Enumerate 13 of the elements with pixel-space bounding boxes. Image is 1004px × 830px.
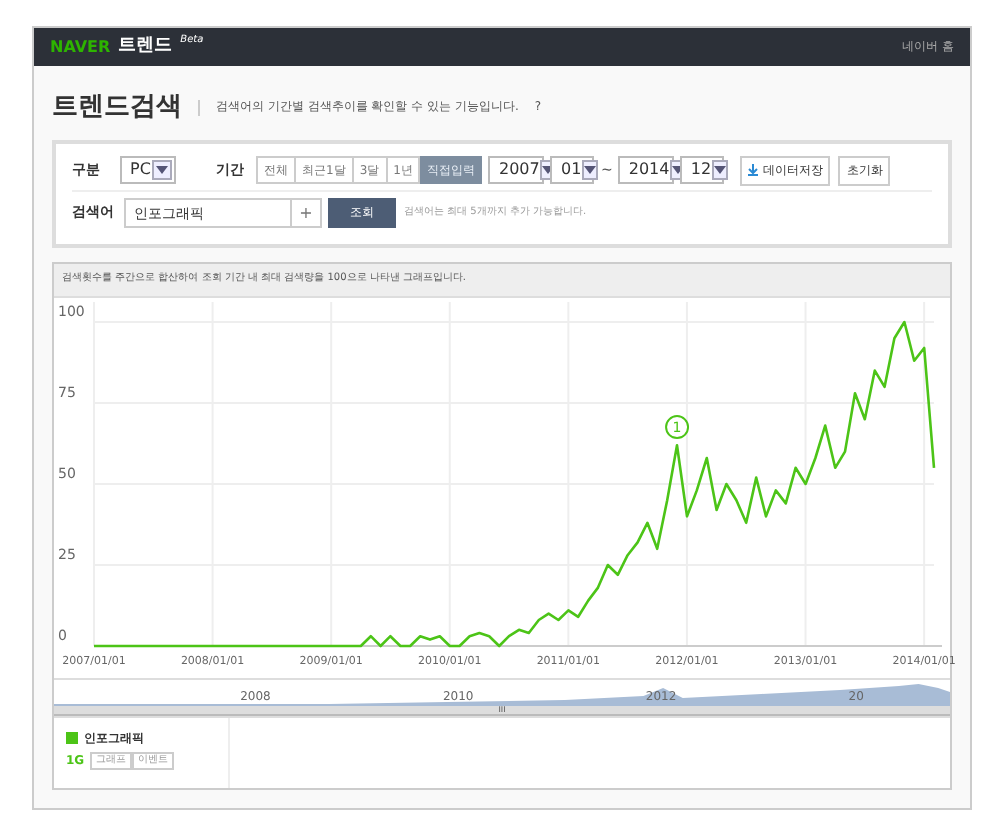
service-title: 트렌드 — [118, 33, 173, 60]
logo[interactable]: NAVER — [50, 36, 111, 61]
dropdown[interactable]: 2007 — [488, 156, 545, 184]
dropdown[interactable]: 2014 — [618, 156, 675, 184]
download-icon — [748, 164, 759, 176]
dropdown[interactable]: 01 — [550, 156, 595, 184]
dropdown[interactable]: PC — [120, 156, 176, 184]
caret-icon — [581, 160, 598, 180]
caret-icon — [711, 160, 728, 180]
caret-icon — [152, 160, 172, 180]
page-title: 트렌드검색 — [52, 90, 182, 126]
dropdown[interactable]: 12 — [680, 156, 725, 184]
add-keyword-button[interactable]: + — [292, 198, 322, 228]
